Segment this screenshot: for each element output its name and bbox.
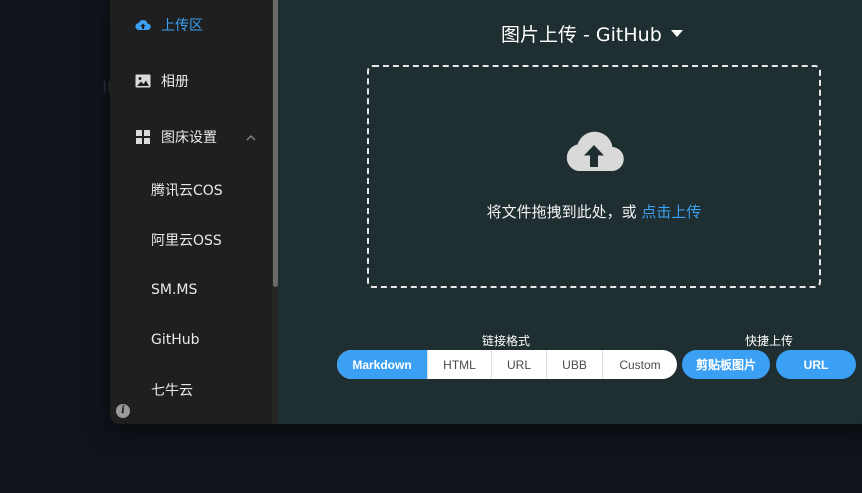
sidebar-item-upload[interactable]: 上传区 <box>110 7 270 43</box>
clipboard-upload-button[interactable]: 剪贴板图片 <box>682 350 770 379</box>
chevron-up-icon[interactable] <box>246 130 256 146</box>
image-icon <box>135 73 151 89</box>
format-html-button[interactable]: HTML <box>427 350 491 379</box>
link-format-label: 链接格式 <box>482 334 531 348</box>
link-format-switch: Markdown HTML URL UBB Custom <box>337 350 677 379</box>
sidebar-subitem-qiniu[interactable]: 七牛云 <box>110 372 270 408</box>
grid-icon <box>135 129 151 145</box>
picbed-selector[interactable]: 图片上传 - GitHub <box>501 20 683 47</box>
app-window: 上传区 相册 图床设置 腾讯云COS 阿里云OSS SM.MS GitHub 七… <box>110 0 862 424</box>
info-icon[interactable]: i <box>116 404 130 418</box>
sidebar-item-gallery[interactable]: 相册 <box>110 63 270 99</box>
url-upload-button[interactable]: URL <box>776 350 856 379</box>
sidebar: 上传区 相册 图床设置 腾讯云COS 阿里云OSS SM.MS GitHub 七… <box>110 0 278 424</box>
sidebar-subitem-tencent-cos[interactable]: 腾讯云COS <box>110 172 270 208</box>
sidebar-item-picbed-settings[interactable]: 图床设置 <box>110 119 270 155</box>
format-ubb-button[interactable]: UBB <box>546 350 602 379</box>
quick-upload-label: 快捷上传 <box>745 334 794 348</box>
sidebar-item-label: 图床设置 <box>161 130 217 146</box>
cloud-upload-icon <box>564 127 624 178</box>
cloud-upload-icon <box>135 17 151 33</box>
upload-dropzone[interactable]: 将文件拖拽到此处，或 点击上传 <box>367 65 821 288</box>
page-title: 图片上传 - GitHub <box>501 24 662 46</box>
dropzone-hint: 将文件拖拽到此处，或 <box>486 203 642 221</box>
main-panel: 图片上传 - GitHub 将文件拖拽到此处，或 点击上传 链接格式 快捷上传 … <box>278 0 862 424</box>
dropzone-text: 将文件拖拽到此处，或 点击上传 <box>369 201 819 222</box>
sidebar-subitem-smms[interactable]: SM.MS <box>110 272 270 308</box>
caret-down-icon <box>670 30 683 37</box>
click-upload-link[interactable]: 点击上传 <box>641 203 701 221</box>
sidebar-subitem-aliyun-oss[interactable]: 阿里云OSS <box>110 222 270 258</box>
format-markdown-button[interactable]: Markdown <box>337 350 427 379</box>
format-url-button[interactable]: URL <box>491 350 546 379</box>
sidebar-item-label: 上传区 <box>161 18 203 34</box>
sidebar-item-label: 相册 <box>161 74 189 90</box>
sidebar-subitem-github[interactable]: GitHub <box>110 322 270 358</box>
format-custom-button[interactable]: Custom <box>602 350 677 379</box>
